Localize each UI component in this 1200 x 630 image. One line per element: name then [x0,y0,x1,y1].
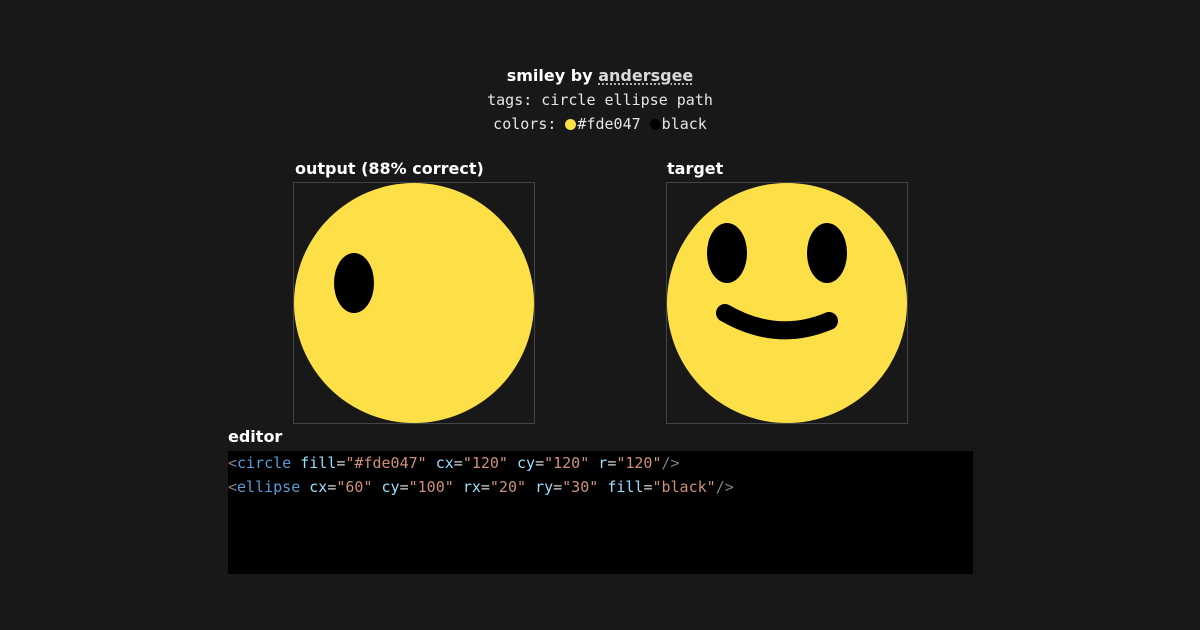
code-token: = [480,478,490,496]
code-token: cy [517,454,536,472]
colors-line: colors: #fde047 black [0,112,1200,136]
output-label: output (88% correct) [295,159,484,178]
code-token: "black" [652,478,716,496]
colors-label: colors: [493,115,557,133]
title-text: smiley [506,66,566,85]
code-token: circle [237,454,292,472]
code-token: = [553,478,563,496]
page-title: smiley by andersgee [0,64,1200,88]
code-token: "60" [336,478,373,496]
color-name-yellow: #fde047 [577,115,641,133]
by-text: by [570,66,593,85]
code-token: "100" [408,478,454,496]
code-token: "120" [462,454,508,472]
code-editor[interactable]: <circle fill="#fde047" cx="120" cy="120"… [228,451,973,574]
target-left-eye [707,223,747,283]
code-token: cy [381,478,400,496]
code-token: "120" [616,454,662,472]
color-name-black: black [661,115,707,133]
code-token: "20" [489,478,527,496]
yellow-swatch-icon [565,119,577,130]
output-left-eye [334,253,374,313]
editor-label: editor [228,427,283,446]
code-token: /> [661,454,680,472]
code-line: <ellipse cx="60" cy="100" rx="20" ry="30… [228,475,973,499]
code-line: <circle fill="#fde047" cx="120" cy="120"… [228,451,973,475]
code-token: rx [462,478,481,496]
tags-list: circle ellipse path [541,91,713,109]
target-canvas [666,182,908,424]
code-token: cx [309,478,328,496]
target-face-circle [667,183,907,423]
code-token: < [228,454,238,472]
output-svg [294,183,534,423]
output-canvas [293,182,535,424]
code-token: fill [607,478,644,496]
code-token: ellipse [237,478,301,496]
code-token: "#fde047" [345,454,427,472]
target-svg [667,183,907,423]
code-token: = [453,454,463,472]
header: smiley by andersgee tags: circle ellipse… [0,64,1200,136]
code-token: "30" [562,478,599,496]
target-label: target [667,159,724,178]
code-token: < [228,478,238,496]
code-token: = [535,454,545,472]
code-token: /> [715,478,734,496]
code-token: r [598,454,608,472]
code-token: "120" [544,454,590,472]
code-token: = [607,454,617,472]
code-token: ry [535,478,554,496]
author-link[interactable]: andersgee [598,66,693,85]
code-token: cx [435,454,454,472]
code-token: = [399,478,409,496]
tags-line: tags: circle ellipse path [0,88,1200,112]
target-right-eye [807,223,847,283]
output-face-circle [294,183,534,423]
tags-label: tags: [487,91,533,109]
black-swatch-icon [649,119,661,130]
code-token: fill [300,454,337,472]
